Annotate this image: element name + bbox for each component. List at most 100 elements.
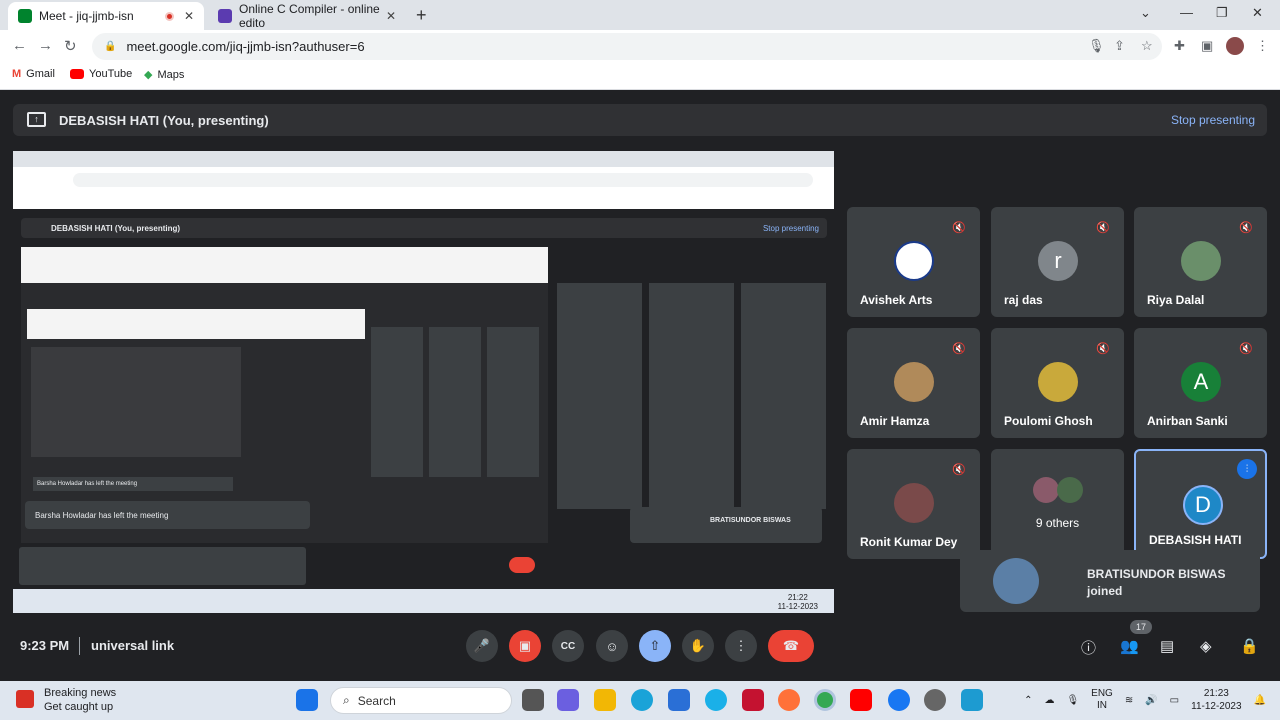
clock[interactable]: 21:23 11-12-2023 bbox=[1191, 687, 1241, 713]
leave-call-button[interactable]: ☎ bbox=[768, 630, 814, 662]
reload-icon[interactable]: ↻ bbox=[64, 37, 77, 55]
share-icon[interactable]: ⇪ bbox=[1114, 38, 1125, 54]
minimize-icon[interactable]: — bbox=[1180, 5, 1193, 20]
close-window-icon[interactable]: ✕ bbox=[1252, 5, 1263, 21]
avatar bbox=[1057, 477, 1083, 503]
browser-tab-bar: Meet - jiq-jjmb-isn ✕ Online C Compiler … bbox=[0, 0, 1280, 30]
present-screen-icon: ↑ bbox=[27, 112, 46, 127]
bookmark-maps[interactable]: ◆ Maps bbox=[144, 68, 184, 82]
notification-icon[interactable]: 🔔 bbox=[1254, 695, 1266, 706]
edge-beta-icon[interactable] bbox=[705, 689, 727, 711]
battery-icon[interactable]: ▭ bbox=[1170, 695, 1179, 706]
close-tab-icon[interactable]: ✕ bbox=[184, 9, 194, 23]
settings-gear-icon[interactable] bbox=[924, 689, 946, 711]
participant-tile[interactable]: 🔇 Poulomi Ghosh bbox=[991, 328, 1124, 438]
sidepanel-icon[interactable]: ▣ bbox=[1201, 38, 1213, 54]
more-options-button[interactable]: ⋮ bbox=[725, 630, 757, 662]
camera-toggle-button[interactable]: ▣ bbox=[509, 630, 541, 662]
nested-tile-grid bbox=[557, 283, 827, 509]
host-controls-icon[interactable]: 🔒 bbox=[1240, 637, 1259, 655]
tab-compiler[interactable]: Online C Compiler - online edito ✕ bbox=[208, 2, 406, 30]
teams-icon[interactable] bbox=[557, 689, 579, 711]
tab-title: Online C Compiler - online edito bbox=[239, 2, 380, 30]
avatar: r bbox=[1038, 241, 1078, 281]
menu-icon[interactable]: ⋮ bbox=[1256, 38, 1269, 54]
people-icon[interactable]: 👥 bbox=[1120, 637, 1139, 655]
presenting-title: DEBASISH HATI (You, presenting) bbox=[59, 112, 269, 128]
onedrive-icon[interactable]: ☁ bbox=[1044, 695, 1054, 706]
news-widget[interactable]: Breaking news Get caught up bbox=[16, 686, 116, 714]
new-tab-icon[interactable]: + bbox=[416, 5, 427, 26]
participant-tile[interactable]: 🔇 Ronit Kumar Dey bbox=[847, 449, 980, 559]
muted-mic-icon: 🔇 bbox=[1096, 343, 1110, 355]
mic-icon[interactable]: 🎙 bbox=[1088, 38, 1105, 54]
forward-icon[interactable]: → bbox=[38, 37, 53, 54]
avatar bbox=[894, 483, 934, 523]
windows-start-icon[interactable] bbox=[296, 689, 318, 711]
participant-tile[interactable]: 🔇 Avishek Arts bbox=[847, 207, 980, 317]
participant-name: 9 others bbox=[1035, 516, 1080, 530]
nested-presenting-bar: DEBASISH HATI (You, presenting) Stop pres… bbox=[21, 218, 827, 238]
raise-hand-button[interactable]: ✋ bbox=[682, 630, 714, 662]
gmail-icon: M bbox=[12, 68, 22, 80]
edge-icon[interactable] bbox=[631, 689, 653, 711]
muted-mic-icon: 🔇 bbox=[952, 343, 966, 355]
reactions-button[interactable]: ☺ bbox=[596, 630, 628, 662]
maximize-icon[interactable]: ❐ bbox=[1216, 5, 1228, 21]
youtube-app-icon[interactable] bbox=[850, 689, 872, 711]
mic-tray-icon[interactable]: 🎙 bbox=[1066, 695, 1079, 706]
facebook-icon[interactable] bbox=[888, 689, 910, 711]
presenting-bar: ↑ DEBASISH HATI (You, presenting) Stop p… bbox=[13, 104, 1267, 136]
participant-tile[interactable]: 🔇 Amir Hamza bbox=[847, 328, 980, 438]
nested-taskbar: 21:22 11-12-2023 bbox=[13, 589, 834, 613]
captions-button[interactable]: CC bbox=[552, 630, 584, 662]
participant-name: Riya Dalal bbox=[1147, 293, 1205, 307]
address-bar[interactable]: 🔒 meet.google.com/jiq-jjmb-isn?authuser=… bbox=[92, 33, 1162, 60]
bookmark-star-icon[interactable]: ☆ bbox=[1141, 38, 1153, 54]
avatar: D bbox=[1183, 485, 1223, 525]
tab-search-icon[interactable]: ⌄ bbox=[1140, 5, 1151, 21]
tab-meet[interactable]: Meet - jiq-jjmb-isn ✕ bbox=[8, 2, 204, 30]
browser-toolbar: ← → ↻ 🔒 meet.google.com/jiq-jjmb-isn?aut… bbox=[0, 30, 1280, 62]
participant-tile[interactable]: 🔇 Riya Dalal bbox=[1134, 207, 1267, 317]
task-view-icon[interactable] bbox=[522, 689, 544, 711]
language-indicator[interactable]: ENG IN bbox=[1091, 688, 1113, 712]
mcafee-icon[interactable] bbox=[742, 689, 764, 711]
taskbar-search[interactable]: ⌕ Search bbox=[330, 687, 512, 714]
present-button[interactable]: ⇧ bbox=[639, 630, 671, 662]
stop-presenting-button[interactable]: Stop presenting bbox=[1171, 113, 1255, 127]
firefox-icon[interactable] bbox=[778, 689, 800, 711]
profile-avatar[interactable] bbox=[1226, 37, 1244, 55]
search-icon: ⌕ bbox=[343, 693, 350, 707]
store-icon[interactable] bbox=[668, 689, 690, 711]
close-tab-icon[interactable]: ✕ bbox=[386, 9, 396, 23]
participant-tile[interactable]: 🔇 A Anirban Sanki bbox=[1134, 328, 1267, 438]
participant-name: Anirban Sanki bbox=[1147, 414, 1228, 428]
emoji-icon: ☺ bbox=[605, 638, 619, 654]
url-text: meet.google.com/jiq-jjmb-isn?authuser=6 bbox=[126, 39, 365, 54]
chat-icon[interactable]: ▤ bbox=[1160, 637, 1174, 655]
others-tile[interactable]: 9 others bbox=[991, 449, 1124, 559]
photos-icon[interactable] bbox=[961, 689, 983, 711]
more-vert-icon: ⋮ bbox=[734, 638, 748, 653]
nested-join-toast: BRATISUNDOR BISWAS bbox=[630, 507, 822, 543]
speaking-indicator-icon: ⫶ bbox=[1237, 459, 1257, 479]
volume-icon[interactable]: 🔊 bbox=[1145, 695, 1157, 706]
wifi-icon[interactable]: ≋ bbox=[1125, 695, 1133, 706]
back-icon[interactable]: ← bbox=[12, 37, 27, 54]
activities-icon[interactable]: ◈ bbox=[1200, 637, 1212, 655]
avatar bbox=[1181, 241, 1221, 281]
participant-tile[interactable]: 🔇 r raj das bbox=[991, 207, 1124, 317]
file-explorer-icon[interactable] bbox=[594, 689, 616, 711]
avatar bbox=[993, 558, 1039, 604]
bookmark-youtube[interactable]: YouTube bbox=[70, 68, 132, 80]
chrome-icon[interactable] bbox=[814, 689, 836, 711]
camera-off-icon: ▣ bbox=[518, 638, 532, 653]
chevron-up-icon[interactable]: ⌃ bbox=[1024, 695, 1032, 706]
meeting-details-icon[interactable]: ⓘ bbox=[1081, 637, 1096, 658]
bookmark-gmail[interactable]: M Gmail bbox=[12, 68, 55, 80]
end-call-icon: ☎ bbox=[782, 638, 800, 653]
participant-tile-self[interactable]: ⫶ D DEBASISH HATI bbox=[1134, 449, 1267, 559]
extensions-icon[interactable]: ✚ bbox=[1174, 38, 1185, 54]
mic-toggle-button[interactable]: 🎤 bbox=[466, 630, 498, 662]
